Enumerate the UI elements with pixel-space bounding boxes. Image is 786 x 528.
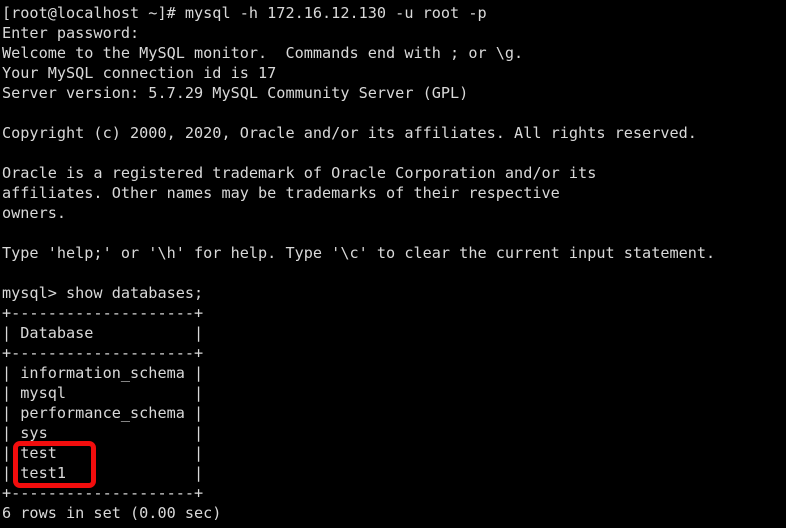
terminal-line-trademark-3: owners.	[2, 204, 67, 222]
table-row-test: | test |	[2, 444, 204, 462]
terminal-line-trademark-2: affiliates. Other names may be trademark…	[2, 184, 560, 202]
table-row: | information_schema |	[2, 364, 204, 382]
terminal-line-welcome: Welcome to the MySQL monitor. Commands e…	[2, 44, 524, 62]
terminal-screen: [root@localhost ~]# mysql -h 172.16.12.1…	[2, 3, 784, 523]
table-header-row: | Database |	[2, 324, 204, 342]
terminal-window[interactable]: [root@localhost ~]# mysql -h 172.16.12.1…	[0, 0, 786, 528]
table-border-middle: +--------------------+	[2, 344, 204, 362]
terminal-line-mysql-prompt-command: mysql> show databases;	[2, 284, 204, 302]
table-row: | mysql |	[2, 384, 204, 402]
table-row-test1: | test1 |	[2, 464, 204, 482]
table-border-top: +--------------------+	[2, 304, 204, 322]
table-border-bottom: +--------------------+	[2, 484, 204, 502]
terminal-line-server-version: Server version: 5.7.29 MySQL Community S…	[2, 84, 469, 102]
terminal-line-blank-4	[2, 263, 784, 283]
terminal-line-blank-3	[2, 223, 784, 243]
table-row: | sys |	[2, 424, 204, 442]
terminal-line-trademark-1: Oracle is a registered trademark of Orac…	[2, 164, 597, 182]
terminal-line-copyright: Copyright (c) 2000, 2020, Oracle and/or …	[2, 124, 697, 142]
table-row: | performance_schema |	[2, 404, 204, 422]
terminal-line-help-hint: Type 'help;' or '\h' for help. Type '\c'…	[2, 244, 716, 262]
terminal-line-password-prompt: Enter password:	[2, 24, 140, 42]
query-status-line: 6 rows in set (0.00 sec)	[2, 504, 222, 522]
terminal-line-connection-id: Your MySQL connection id is 17	[2, 64, 277, 82]
terminal-line-blank-1	[2, 103, 784, 123]
terminal-line-command: [root@localhost ~]# mysql -h 172.16.12.1…	[2, 4, 487, 22]
terminal-line-blank-2	[2, 143, 784, 163]
